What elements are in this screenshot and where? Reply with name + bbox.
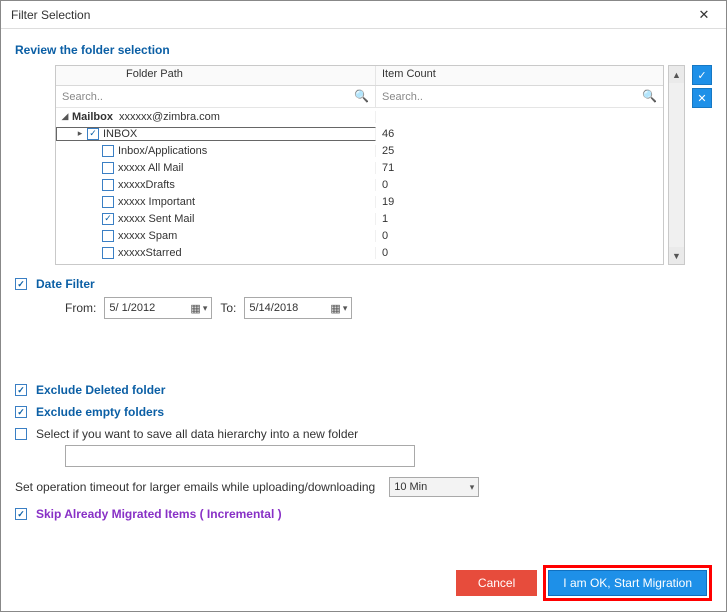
search-count-placeholder: Search.. [382,91,423,103]
row-checkbox[interactable] [102,213,114,225]
skip-migrated-checkbox[interactable] [15,508,27,520]
skip-migrated-label: Skip Already Migrated Items ( Incrementa… [36,507,282,521]
column-header-count[interactable]: Item Count [376,66,663,85]
row-count: 19 [376,196,663,208]
scroll-down-button[interactable]: ▼ [669,247,684,264]
chevron-down-icon[interactable]: ▾ [343,303,348,314]
date-filter-row: Date Filter [15,277,712,291]
row-count: 1 [376,213,663,225]
table-row[interactable]: ▸ xxxxx Sent Mail 1 [56,210,663,227]
cancel-button[interactable]: Cancel [456,570,537,596]
table-row[interactable]: ▸ Inbox/Applications 25 [56,142,663,159]
table-row[interactable]: ▸ xxxxx Spam 0 [56,227,663,244]
row-label: xxxxxTrash [118,264,173,266]
from-label: From: [65,301,96,315]
table-row[interactable]: ▸ xxxxxStarred 0 [56,244,663,261]
exclude-empty-label: Exclude empty folders [36,405,164,419]
to-date-value: 5/14/2018 [249,302,298,314]
row-checkbox[interactable] [102,196,114,208]
skip-migrated-row: Skip Already Migrated Items ( Incrementa… [15,507,712,521]
search-path-placeholder: Search.. [62,91,103,103]
close-button[interactable]: ✕ [688,4,720,26]
date-filter-checkbox[interactable] [15,278,27,290]
timeout-label: Set operation timeout for larger emails … [15,480,375,494]
mailbox-label: Mailbox [72,111,113,123]
folder-tree-grid[interactable]: Folder Path Item Count Search.. 🔍 Search… [55,65,664,265]
to-label: To: [220,301,236,315]
row-count: 0 [376,264,663,266]
to-date-input[interactable]: 5/14/2018 ▦▾ [244,297,352,319]
save-new-folder-checkbox[interactable] [15,428,27,440]
table-row[interactable]: ▸ xxxxx All Mail 71 [56,159,663,176]
from-date-input[interactable]: 5/ 1/2012 ▦▾ [104,297,212,319]
row-label: xxxxxStarred [118,247,182,259]
start-migration-button[interactable]: I am OK, Start Migration [548,570,707,596]
row-label: xxxxx All Mail [118,162,183,174]
dialog-footer: Cancel I am OK, Start Migration [456,565,712,601]
from-date-value: 5/ 1/2012 [109,302,155,314]
row-checkbox[interactable] [102,230,114,242]
exclude-deleted-checkbox[interactable] [15,384,27,396]
row-label: xxxxx Spam [118,230,177,242]
check-all-button[interactable]: ✓ [692,65,712,85]
window-title: Filter Selection [11,8,90,22]
table-row[interactable]: ▸ xxxxx Important 19 [56,193,663,210]
timeout-row: Set operation timeout for larger emails … [15,477,712,497]
timeout-select[interactable]: 10 Min ▾ [389,477,479,497]
row-label: Inbox/Applications [118,145,207,157]
grid-header-row: Folder Path Item Count [56,66,663,86]
row-label: INBOX [103,128,137,140]
chevron-down-icon: ▾ [470,482,475,493]
row-checkbox[interactable] [102,145,114,157]
start-button-highlight: I am OK, Start Migration [543,565,712,601]
table-row[interactable]: ▸ INBOX 46 [56,125,663,142]
row-checkbox[interactable] [102,264,114,266]
search-path-cell[interactable]: Search.. 🔍 [56,86,376,107]
exclude-deleted-row: Exclude Deleted folder [15,383,712,397]
scroll-up-button[interactable]: ▲ [669,66,684,83]
new-folder-name-input[interactable] [65,445,415,467]
row-label: xxxxx Important [118,196,195,208]
search-icon[interactable]: 🔍 [354,89,369,103]
row-count: 25 [376,145,663,157]
row-count: 0 [376,230,663,242]
row-count: 0 [376,247,663,259]
calendar-icon[interactable]: ▦ [190,302,200,315]
date-filter-label: Date Filter [36,277,95,291]
vertical-scrollbar[interactable]: ▲ ▼ [668,65,685,265]
exclude-empty-checkbox[interactable] [15,406,27,418]
table-row[interactable]: ▸ xxxxxDrafts 0 [56,176,663,193]
table-row[interactable]: ▸ xxxxxTrash 0 [56,261,663,265]
grid-rows: ◢ Mailbox xxxxxx@zimbra.com ▸ INBOX 46 [56,108,663,265]
search-icon[interactable]: 🔍 [642,89,657,103]
row-label: xxxxxDrafts [118,179,175,191]
date-range-row: From: 5/ 1/2012 ▦▾ To: 5/14/2018 ▦▾ [65,297,712,319]
row-count: 46 [376,128,663,140]
save-new-folder-row: Select if you want to save all data hier… [15,427,712,441]
row-count: 0 [376,179,663,191]
row-count: 71 [376,162,663,174]
row-checkbox[interactable] [102,179,114,191]
expand-icon[interactable]: ▸ [75,128,85,139]
search-count-cell[interactable]: Search.. 🔍 [376,86,663,107]
row-checkbox[interactable] [102,162,114,174]
titlebar: Filter Selection ✕ [1,1,726,29]
review-folder-label: Review the folder selection [15,43,712,57]
collapse-icon[interactable]: ◢ [60,111,70,122]
grid-search-row: Search.. 🔍 Search.. 🔍 [56,86,663,108]
exclude-deleted-label: Exclude Deleted folder [36,383,165,397]
uncheck-all-button[interactable]: ✕ [692,88,712,108]
timeout-value: 10 Min [394,481,427,493]
row-checkbox[interactable] [102,247,114,259]
mailbox-root-row[interactable]: ◢ Mailbox xxxxxx@zimbra.com [56,108,663,125]
mailbox-account: xxxxxx@zimbra.com [119,111,220,123]
chevron-down-icon[interactable]: ▾ [203,303,208,314]
column-header-path[interactable]: Folder Path [56,66,376,85]
save-new-folder-label: Select if you want to save all data hier… [36,427,358,441]
filter-selection-dialog: Filter Selection ✕ Review the folder sel… [0,0,727,612]
row-label: xxxxx Sent Mail [118,213,194,225]
exclude-empty-row: Exclude empty folders [15,405,712,419]
calendar-icon[interactable]: ▦ [330,302,340,315]
row-checkbox[interactable] [87,128,99,140]
